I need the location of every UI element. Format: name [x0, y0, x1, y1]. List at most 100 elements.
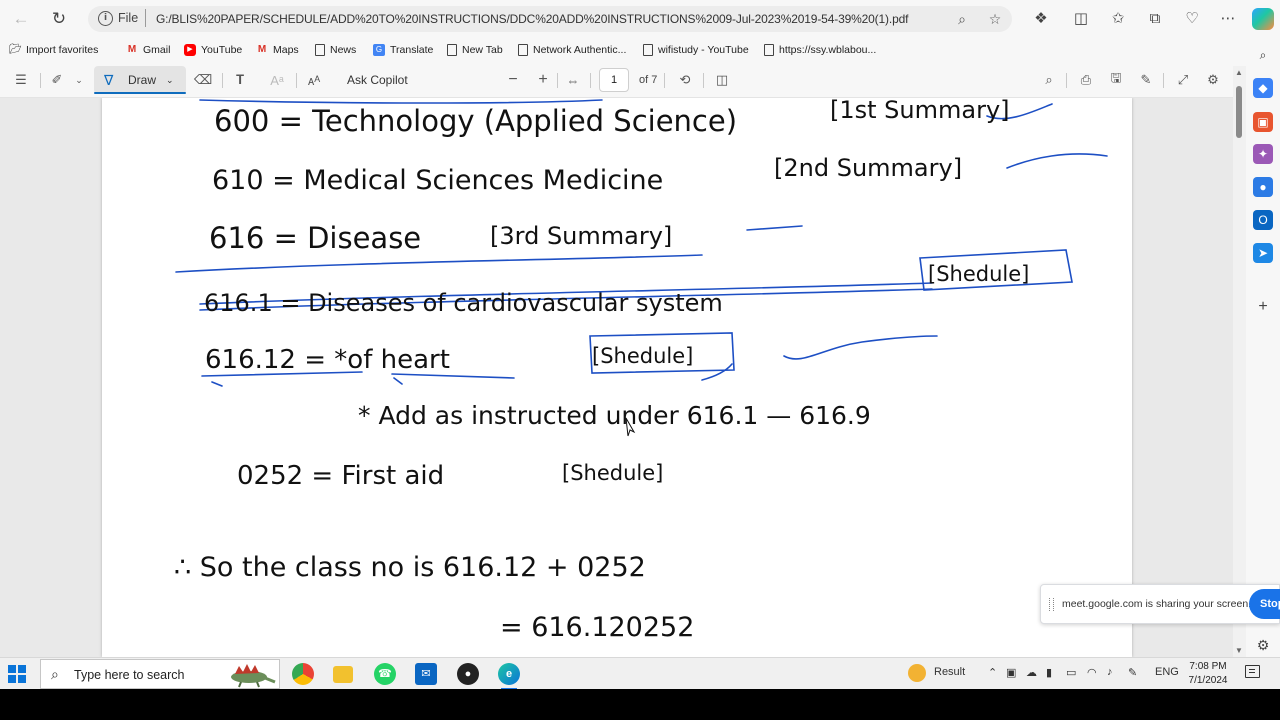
- browser-essentials-icon[interactable]: ♡: [1181, 8, 1203, 30]
- wifi-icon[interactable]: ◠: [1087, 666, 1097, 679]
- annotation-squiggle-1: [1006, 153, 1108, 169]
- translate-icon: G: [373, 44, 385, 56]
- gmail-icon: M: [257, 44, 267, 55]
- url-text[interactable]: G:/BLIS%20PAPER/SCHEDULE/ADD%20TO%20INST…: [156, 12, 908, 26]
- favorite-youtube[interactable]: ▶ YouTube: [184, 42, 242, 58]
- favorite-label: wifistudy - YouTube: [658, 44, 749, 56]
- folder-import-icon: 📂︎: [9, 44, 22, 55]
- page-view-icon[interactable]: ◫: [713, 71, 731, 89]
- stop-sharing-button[interactable]: Stop: [1249, 589, 1280, 619]
- sidebar-games-icon[interactable]: ✦: [1253, 144, 1273, 164]
- rotate-icon[interactable]: ⟲: [676, 71, 694, 89]
- volume-icon[interactable]: ♪: [1107, 666, 1113, 678]
- settings-gear-icon[interactable]: ⚙: [1204, 71, 1222, 89]
- annotation-underline-616: [175, 254, 703, 273]
- favorite-gmail[interactable]: M Gmail: [126, 42, 171, 58]
- edge-app-icon[interactable]: e: [498, 663, 520, 690]
- annotation-tick: [211, 381, 223, 387]
- edge-sidebar: ⌕ ◆ ▣ ✦ ● O ➤ + ⚙: [1246, 38, 1280, 658]
- clock-time: 7:08 PM: [1189, 661, 1227, 672]
- toolbar-divider: [557, 73, 558, 88]
- refresh-icon[interactable]: ↻: [46, 7, 72, 31]
- vertical-scrollbar[interactable]: ▲ ▼: [1233, 66, 1246, 657]
- drag-handle-icon[interactable]: [1049, 598, 1054, 611]
- draw-button[interactable]: ∇ Draw ⌄: [94, 66, 186, 94]
- windows-start-icon[interactable]: [8, 665, 26, 683]
- sidebar-tools-icon[interactable]: ▣: [1253, 112, 1273, 132]
- draw-label: Draw: [128, 73, 157, 87]
- file-explorer-icon[interactable]: [333, 666, 353, 683]
- taskbar-clock[interactable]: 7:08 PM 7/1/2024: [1180, 660, 1236, 688]
- page-icon: [315, 44, 325, 56]
- sidebar-shopping-icon[interactable]: ◆: [1253, 78, 1273, 98]
- chevron-down-icon[interactable]: ⌄: [70, 71, 88, 89]
- page-number-input[interactable]: 1: [599, 68, 629, 92]
- address-bar[interactable]: i File G:/BLIS%20PAPER/SCHEDULE/ADD%20TO…: [88, 6, 1012, 32]
- pdf-page[interactable]: 600 = Technology (Applied Science) [1st …: [102, 98, 1132, 657]
- note-line-610-tag: [2nd Summary]: [774, 154, 962, 182]
- chevron-up-icon[interactable]: ⌃: [988, 666, 997, 679]
- add-text-icon[interactable]: 𝐓: [231, 71, 249, 89]
- sidebar-settings-icon[interactable]: ⚙: [1253, 635, 1273, 655]
- sidebar-search-icon[interactable]: ⌕: [1253, 45, 1273, 65]
- scroll-up-arrow-icon[interactable]: ▲: [1235, 68, 1243, 77]
- extensions-icon[interactable]: ❖: [1030, 8, 1052, 30]
- favorite-new-tab[interactable]: New Tab: [447, 42, 503, 58]
- info-icon[interactable]: i: [98, 11, 113, 26]
- tray-app-icon[interactable]: ▣: [1006, 666, 1016, 679]
- search-icon[interactable]: ⌕: [1040, 71, 1058, 89]
- save-as-icon[interactable]: ✎: [1137, 71, 1155, 89]
- contents-list-icon[interactable]: ☰: [12, 71, 30, 89]
- fit-page-icon[interactable]: ⇔: [564, 71, 582, 89]
- sidebar-microsoft365-icon[interactable]: ●: [1253, 177, 1273, 197]
- sidebar-outlook-icon[interactable]: O: [1253, 210, 1273, 230]
- favorites-icon[interactable]: ✩: [1107, 8, 1129, 30]
- chevron-down-icon: ⌄: [166, 74, 174, 85]
- notifications-icon[interactable]: [1245, 665, 1260, 678]
- favorite-ssy[interactable]: https://ssy.wblabou...: [764, 42, 876, 58]
- sidebar-drop-icon[interactable]: ➤: [1253, 243, 1273, 263]
- highlight-icon[interactable]: ✐: [48, 71, 66, 89]
- favorite-star-icon[interactable]: ☆: [987, 11, 1003, 27]
- read-aloud-icon[interactable]: ᴀᴬ: [305, 71, 323, 89]
- cloud-icon[interactable]: ☁: [1026, 666, 1037, 679]
- sidebar-add-icon[interactable]: +: [1253, 297, 1273, 317]
- recorder-app-icon[interactable]: ●: [457, 663, 479, 685]
- zoom-out-icon[interactable]: −: [504, 71, 522, 89]
- collections-icon[interactable]: ⧉: [1144, 8, 1166, 30]
- scrollbar-thumb[interactable]: [1236, 86, 1242, 138]
- favorite-wifistudy[interactable]: wifistudy - YouTube: [643, 42, 749, 58]
- taskbar-search-box[interactable]: ⌕ Type here to search: [40, 659, 280, 689]
- copilot-icon[interactable]: [1252, 8, 1274, 30]
- favorite-import[interactable]: 📂︎ Import favorites: [9, 42, 98, 58]
- favorite-translate[interactable]: G Translate: [373, 42, 433, 58]
- zoom-icon[interactable]: ⌕: [954, 11, 970, 27]
- weather-label[interactable]: Result: [934, 666, 965, 678]
- pen-tray-icon[interactable]: ▮: [1046, 666, 1052, 679]
- print-icon[interactable]: ⎙: [1077, 71, 1095, 89]
- pdf-viewer[interactable]: 600 = Technology (Applied Science) [1st …: [0, 98, 1246, 657]
- more-options-icon[interactable]: ⋯: [1217, 8, 1239, 30]
- back-arrow-icon[interactable]: ←: [8, 7, 34, 31]
- whatsapp-icon[interactable]: ☎: [374, 663, 396, 685]
- zoom-in-icon[interactable]: +: [534, 71, 552, 89]
- language-indicator[interactable]: ENG: [1155, 666, 1179, 678]
- eraser-icon[interactable]: ⌫: [194, 71, 212, 89]
- favorite-maps[interactable]: M Maps: [256, 42, 299, 58]
- search-highlight-dinosaur-icon: [231, 664, 276, 688]
- fullscreen-icon[interactable]: ⤢: [1174, 71, 1192, 89]
- scroll-down-arrow-icon[interactable]: ▼: [1235, 646, 1243, 655]
- mail-icon[interactable]: ✉: [415, 663, 437, 685]
- ask-copilot-button[interactable]: Ask Copilot: [347, 71, 408, 89]
- battery-icon[interactable]: ▭: [1066, 666, 1076, 679]
- favorite-network-auth[interactable]: Network Authentic...: [518, 42, 626, 58]
- pen-workspace-icon[interactable]: ✎: [1128, 666, 1137, 679]
- favorite-label: New Tab: [462, 44, 503, 56]
- screen-bottom-border: [0, 689, 1280, 720]
- favorite-news[interactable]: News: [315, 42, 356, 58]
- search-icon: ⌕: [51, 666, 59, 682]
- split-screen-icon[interactable]: ◫: [1070, 8, 1092, 30]
- weather-icon[interactable]: [908, 664, 926, 682]
- save-icon[interactable]: 🖫︎: [1107, 70, 1125, 89]
- chrome-app-icon[interactable]: [292, 663, 314, 685]
